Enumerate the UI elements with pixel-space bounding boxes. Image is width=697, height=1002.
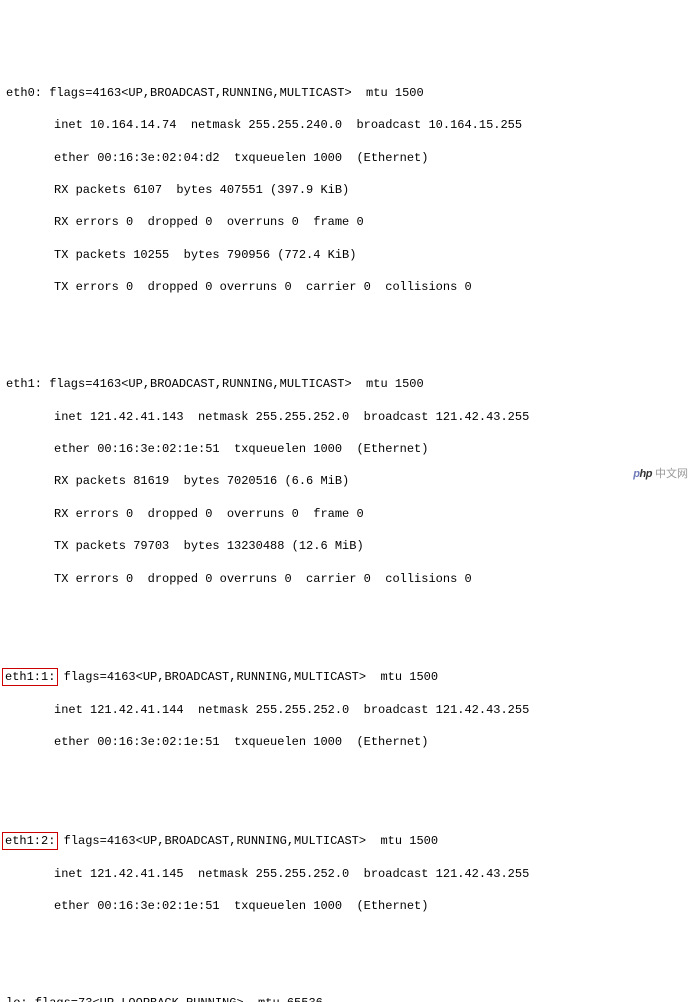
highlight-box: eth1:1: [2,668,58,686]
iface-eth0-inet: inet 10.164.14.74 netmask 255.255.240.0 … [6,117,691,133]
iface-eth1-2-inet: inet 121.42.41.145 netmask 255.255.252.0… [6,866,691,882]
iface-eth1-inet: inet 121.42.41.143 netmask 255.255.252.0… [6,409,691,425]
iface-eth0-tx-errors: TX errors 0 dropped 0 overruns 0 carrier… [6,279,691,295]
blank-line [6,931,691,947]
iface-eth1-rx-errors: RX errors 0 dropped 0 overruns 0 frame 0 [6,506,691,522]
iface-eth1-1-header: eth1:1: flags=4163<UP,BROADCAST,RUNNING,… [6,668,691,686]
watermark: php 中文网 [630,466,691,483]
logo-p2: p [646,467,652,482]
iface-eth1-1-inet: inet 121.42.41.144 netmask 255.255.252.0… [6,702,691,718]
watermark-text: 中文网 [655,467,688,482]
iface-eth1-2-ether: ether 00:16:3e:02:1e:51 txqueuelen 1000 … [6,898,691,914]
blank-line [6,603,691,619]
iface-eth0-ether: ether 00:16:3e:02:04:d2 txqueuelen 1000 … [6,150,691,166]
iface-eth1-2-flags: flags=4163<UP,BROADCAST,RUNNING,MULTICAS… [56,834,438,848]
iface-eth0-header: eth0: flags=4163<UP,BROADCAST,RUNNING,MU… [6,85,691,101]
iface-lo-header: lo: flags=73<UP,LOOPBACK,RUNNING> mtu 65… [6,995,691,1002]
iface-eth0-rx-errors: RX errors 0 dropped 0 overruns 0 frame 0 [6,214,691,230]
iface-eth1-1-ether: ether 00:16:3e:02:1e:51 txqueuelen 1000 … [6,734,691,750]
iface-eth1-tx-packets: TX packets 79703 bytes 13230488 (12.6 Mi… [6,538,691,554]
iface-eth1-rx-packets: RX packets 81619 bytes 7020516 (6.6 MiB) [6,473,691,489]
iface-eth1-ether: ether 00:16:3e:02:1e:51 txqueuelen 1000 … [6,441,691,457]
blank-line [6,312,691,328]
iface-eth1-tx-errors: TX errors 0 dropped 0 overruns 0 carrier… [6,571,691,587]
blank-line [6,767,691,783]
iface-eth1-header: eth1: flags=4163<UP,BROADCAST,RUNNING,MU… [6,376,691,392]
iface-eth0-tx-packets: TX packets 10255 bytes 790956 (772.4 KiB… [6,247,691,263]
iface-eth0-rx-packets: RX packets 6107 bytes 407551 (397.9 KiB) [6,182,691,198]
highlight-box: eth1:2: [2,832,58,850]
php-logo-icon: php [633,467,652,482]
iface-eth1-1-flags: flags=4163<UP,BROADCAST,RUNNING,MULTICAS… [56,670,438,684]
iface-eth1-2-header: eth1:2: flags=4163<UP,BROADCAST,RUNNING,… [6,832,691,850]
